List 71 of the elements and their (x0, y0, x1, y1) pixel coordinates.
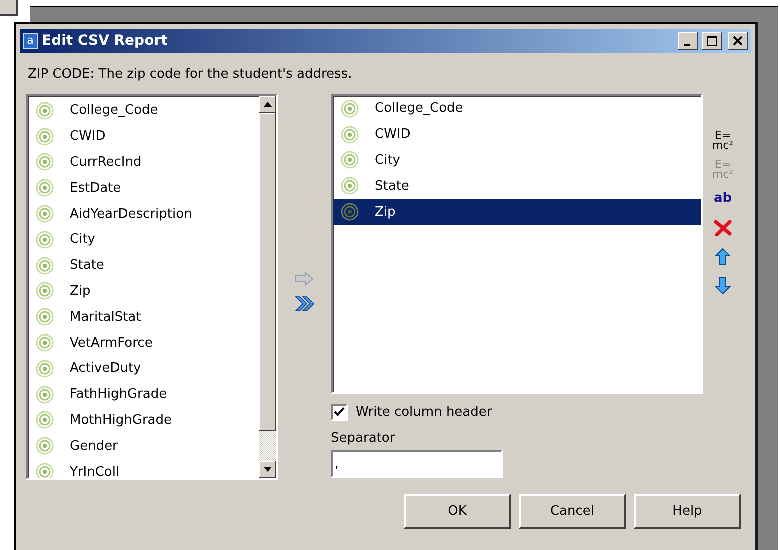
field-item[interactable]: VetArmForce (28, 330, 259, 356)
field-item[interactable]: College_Code (333, 96, 701, 122)
add-all-button[interactable] (292, 294, 316, 314)
field-icon (36, 282, 54, 300)
field-item[interactable]: City (28, 226, 259, 253)
scroll-down-button[interactable] (259, 461, 276, 478)
close-icon (714, 220, 732, 236)
field-icon (341, 151, 359, 170)
field-icon (341, 126, 359, 144)
double-chevron-icon (294, 296, 314, 312)
field-icon (36, 230, 54, 249)
field-item[interactable]: EstDate (28, 175, 259, 202)
field-item[interactable]: Gender (28, 433, 259, 460)
field-icon (36, 179, 54, 198)
field-item[interactable]: ActiveDuty (28, 356, 259, 382)
field-icon (36, 386, 54, 404)
rename-button[interactable]: ab (708, 186, 738, 211)
field-item[interactable]: CWID (333, 122, 701, 148)
maximize-icon (707, 36, 717, 46)
field-icon (341, 100, 359, 118)
field-item[interactable]: CurrRecInd (28, 150, 259, 176)
field-item[interactable]: MaritalStat (28, 304, 259, 330)
field-icon (36, 102, 54, 120)
field-description: ZIP CODE: The zip code for the student's address. (28, 67, 354, 82)
checkbox[interactable] (331, 404, 348, 421)
up-caret-icon (264, 102, 272, 107)
down-caret-icon (264, 467, 272, 472)
field-item[interactable]: Zip (28, 278, 259, 304)
field-icon (36, 308, 54, 326)
dialog-button[interactable]: Cancel (519, 494, 626, 529)
field-item[interactable]: State (333, 173, 701, 200)
separator-label: Separator (331, 431, 396, 446)
field-item[interactable]: City (333, 148, 701, 174)
close-icon (733, 36, 743, 46)
field-icon (36, 205, 54, 224)
up-arrow-icon (715, 248, 731, 266)
app-icon: a (23, 33, 38, 49)
field-icon (36, 463, 54, 478)
field-icon (341, 203, 359, 222)
field-item[interactable]: AidYearDescription (28, 201, 259, 227)
scroll-thumb[interactable] (259, 113, 276, 431)
formula-button[interactable]: E= mc² (708, 128, 738, 153)
close-button[interactable] (728, 32, 748, 50)
field-item[interactable]: College_Code (28, 98, 259, 124)
field-icon (36, 128, 54, 146)
field-item[interactable]: MothHighGrade (28, 408, 259, 434)
minimize-icon (684, 44, 690, 46)
field-item[interactable]: Zip (333, 199, 701, 225)
field-icon (36, 360, 54, 378)
down-arrow-icon (715, 276, 731, 294)
dialog-button[interactable]: OK (404, 494, 511, 529)
field-item[interactable]: YrInColl (28, 459, 259, 478)
field-icon (341, 177, 359, 196)
field-item[interactable]: FathHighGrade (28, 382, 259, 408)
maximize-button[interactable] (702, 32, 722, 50)
field-item[interactable]: State (28, 252, 259, 279)
separator-field[interactable]: , (331, 450, 503, 478)
field-icon (36, 437, 54, 456)
scroll-up-button[interactable] (259, 96, 276, 113)
field-icon (36, 256, 54, 275)
field-icon (36, 153, 54, 172)
window-title: Edit CSV Report (42, 33, 168, 49)
write-header-checkbox[interactable]: Write column header (331, 404, 745, 421)
scrollbar[interactable] (259, 96, 276, 478)
right-arrow-icon (294, 272, 314, 286)
field-icon (36, 334, 54, 352)
field-item[interactable]: CWID (28, 124, 259, 150)
window-fragment (0, 0, 18, 16)
dialog-button[interactable]: Help (634, 494, 741, 529)
minimize-button[interactable] (678, 32, 698, 50)
field-icon (36, 411, 54, 430)
